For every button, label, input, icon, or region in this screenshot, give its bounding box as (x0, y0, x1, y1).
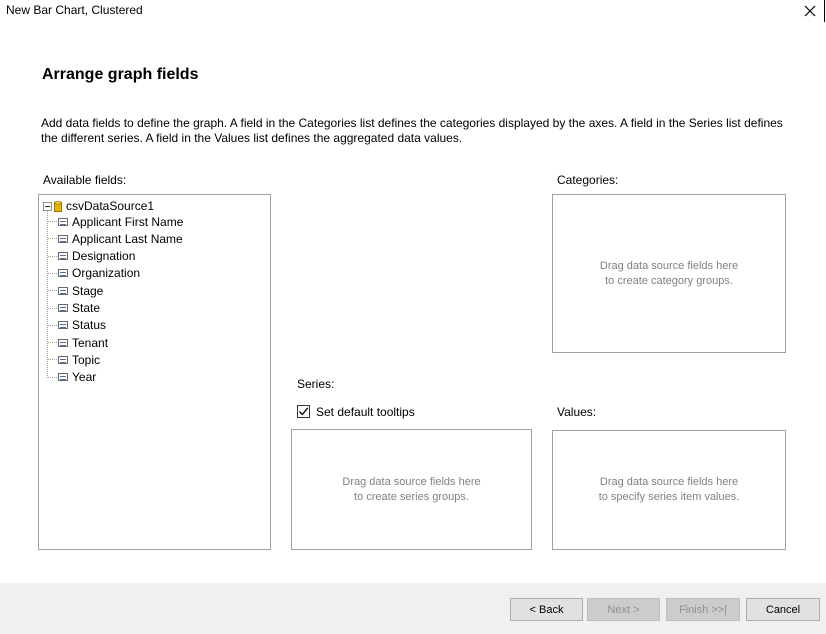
field-item[interactable]: Organization (48, 265, 140, 282)
tree-connector (48, 221, 57, 222)
categories-drop-zone[interactable]: Drag data source fields here to create c… (552, 194, 786, 353)
datasource-node[interactable]: csvDataSource1 (43, 198, 154, 214)
series-hint: Drag data source fields here to create s… (342, 475, 480, 505)
field-label: Applicant Last Name (72, 231, 183, 246)
field-label: Designation (72, 249, 136, 264)
close-icon (804, 5, 816, 17)
field-label: Year (72, 370, 97, 385)
page-description: Add data fields to define the graph. A f… (41, 116, 783, 145)
values-label: Values: (557, 405, 597, 419)
tree-connector (48, 255, 57, 257)
finish-button[interactable]: Finish >>| (666, 598, 740, 621)
available-fields-label: Available fields: (43, 173, 127, 187)
text-field-icon (58, 304, 68, 312)
datasource-icon (54, 200, 62, 212)
text-field-icon (58, 321, 68, 330)
field-label: Applicant First Name (72, 214, 184, 229)
page-heading: Arrange graph fields (42, 66, 199, 83)
field-item[interactable]: Designation (48, 248, 135, 265)
categories-label: Categories: (557, 173, 619, 187)
series-hint-line2: to create series groups. (354, 490, 469, 503)
text-field-icon (58, 217, 68, 226)
default-tooltips-label[interactable]: Set default tooltips (316, 405, 415, 419)
text-field-icon (58, 373, 68, 382)
text-field-icon (58, 355, 68, 364)
series-drop-zone[interactable]: Drag data source fields here to create s… (291, 429, 532, 550)
collapse-icon[interactable] (43, 201, 52, 211)
next-button[interactable]: Next > (587, 598, 660, 621)
tree-connector (48, 307, 57, 309)
tree-connector (48, 359, 57, 361)
field-label: Organization (72, 266, 141, 281)
field-item[interactable]: Applicant Last Name (48, 230, 183, 247)
field-label: Topic (72, 352, 101, 367)
series-hint-line1: Drag data source fields here (342, 475, 481, 488)
values-hint: Drag data source fields here to specify … (599, 475, 740, 505)
field-label: Stage (72, 283, 104, 298)
default-tooltips-checkbox[interactable] (297, 405, 310, 418)
tree-connector (48, 290, 57, 292)
text-field-icon (58, 338, 68, 347)
datasource-label: csvDataSource1 (66, 199, 155, 213)
field-item[interactable]: Applicant First Name (48, 213, 183, 230)
values-hint-line1: Drag data source fields here (599, 476, 739, 488)
field-item[interactable]: Tenant (48, 334, 108, 351)
title-bar: New Bar Chart, Clustered (0, 0, 826, 22)
field-label: Status (72, 318, 107, 333)
field-item[interactable]: Year (48, 369, 96, 386)
window-title: New Bar Chart, Clustered (6, 3, 143, 17)
categories-hint-line2: to create category groups. (605, 274, 733, 287)
field-label: Tenant (72, 335, 109, 350)
field-item[interactable]: State (48, 300, 100, 317)
values-hint-line2: to specify series item values. (598, 491, 740, 503)
tree-connector (48, 238, 57, 240)
text-field-icon (58, 252, 68, 261)
cancel-button[interactable]: Cancel (746, 598, 820, 621)
tree-connector (48, 342, 57, 344)
window-edge (824, 0, 825, 22)
field-item[interactable]: Topic (48, 351, 100, 368)
values-drop-zone[interactable]: Drag data source fields here to specify … (552, 430, 786, 550)
text-field-icon (58, 269, 68, 278)
checkmark-icon (299, 407, 309, 416)
field-label: State (72, 301, 101, 315)
tree-connector (48, 272, 57, 274)
field-item[interactable]: Status (48, 317, 106, 334)
tree-connector (48, 376, 57, 378)
text-field-icon (58, 234, 68, 243)
field-item[interactable]: Stage (48, 282, 103, 299)
back-button[interactable]: < Back (510, 598, 583, 621)
text-field-icon (58, 286, 68, 295)
categories-hint-line1: Drag data source fields here (599, 259, 739, 272)
close-button[interactable] (798, 0, 822, 22)
series-label: Series: (297, 377, 335, 391)
available-fields-tree[interactable]: csvDataSource1 Applicant First Name Appli… (38, 194, 271, 550)
tree-connector (48, 324, 57, 326)
categories-hint: Drag data source fields here to create c… (600, 259, 738, 289)
